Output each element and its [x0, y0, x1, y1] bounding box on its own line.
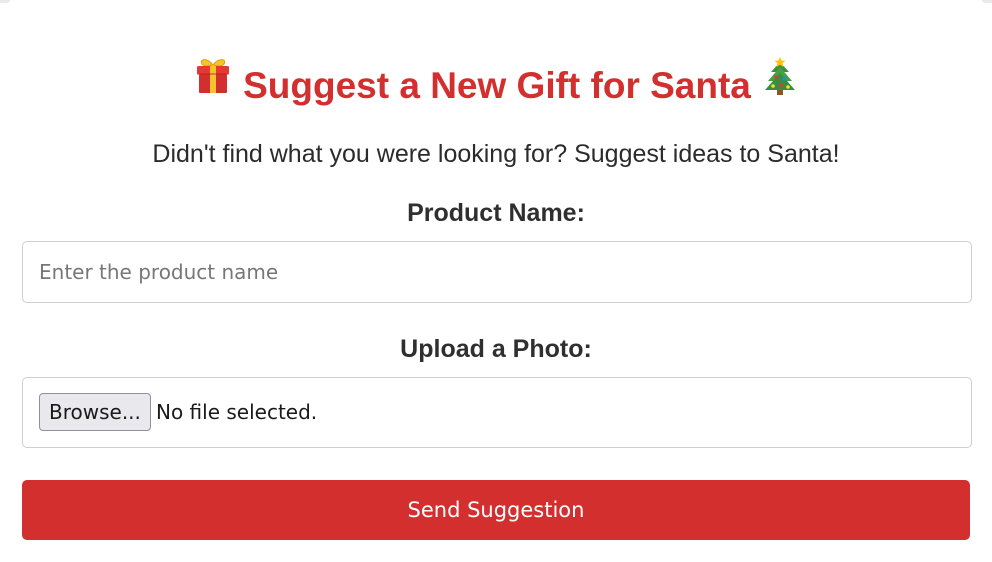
- product-name-input[interactable]: [22, 241, 972, 303]
- title-text: Suggest a New Gift for Santa: [243, 65, 751, 107]
- top-left-corner: [0, 0, 10, 3]
- suggestion-page: Suggest a New Gift for Santa Didn't find…: [0, 0, 992, 562]
- page-title: Suggest a New Gift for Santa: [0, 57, 992, 112]
- gift-icon: [193, 56, 233, 108]
- file-status-text: No file selected.: [156, 400, 318, 424]
- christmas-tree-icon: [761, 56, 799, 108]
- send-suggestion-button[interactable]: Send Suggestion: [22, 480, 970, 540]
- product-name-label: Product Name:: [407, 199, 585, 227]
- top-edge: [0, 0, 992, 3]
- browse-button[interactable]: Browse...: [39, 393, 151, 431]
- upload-photo-label: Upload a Photo:: [400, 335, 592, 363]
- top-right-corner: [982, 0, 992, 3]
- page-subtitle: Didn't find what you were looking for? S…: [152, 140, 840, 168]
- file-upload-field[interactable]: Browse... No file selected.: [22, 377, 972, 448]
